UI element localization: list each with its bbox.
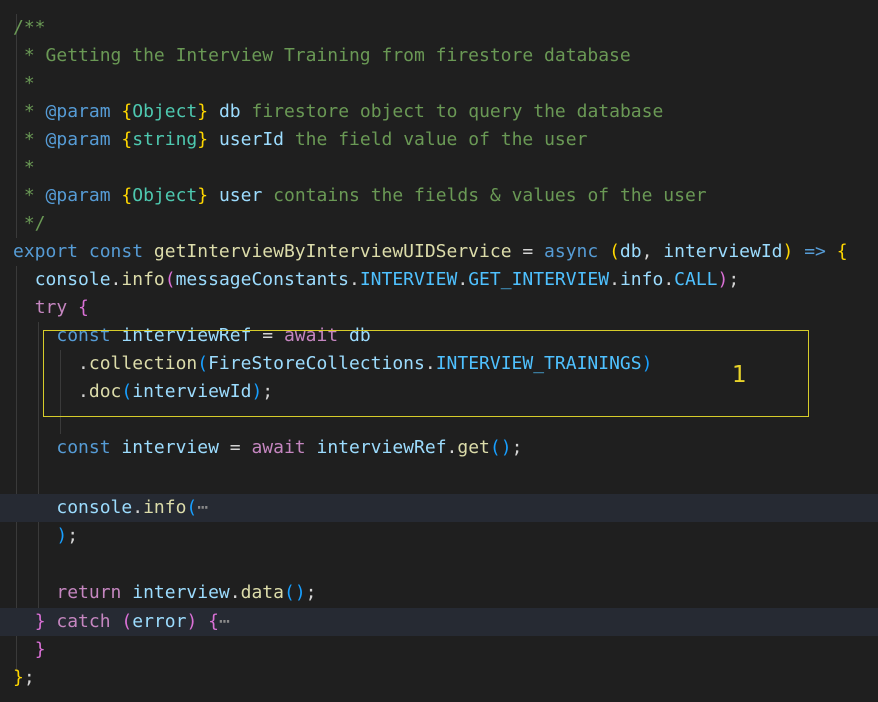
code-line[interactable]: } xyxy=(0,636,878,664)
comment-star: * xyxy=(13,185,35,206)
param-tag: @param xyxy=(45,101,111,122)
export-keyword: export xyxy=(13,241,79,262)
comment-star: * xyxy=(13,157,35,178)
annotation-number: 1 xyxy=(732,362,747,388)
code-line[interactable] xyxy=(0,550,878,578)
catch-keyword: catch xyxy=(56,611,111,632)
code-line[interactable]: * @param {string} userId the field value… xyxy=(0,126,878,154)
get-method: get xyxy=(457,437,490,458)
interview-var: interview xyxy=(132,582,230,603)
code-line[interactable]: try { xyxy=(0,294,878,322)
arg-interview-id: interviewId xyxy=(663,241,783,262)
comment-star: * xyxy=(13,129,35,150)
interview-constant: INTERVIEW xyxy=(359,269,458,290)
code-line[interactable]: * @param {Object} user contains the fiel… xyxy=(0,182,878,210)
param-description: contains the fields & values of the user xyxy=(273,185,707,206)
code-line-folded[interactable]: } catch (error) {⋯ xyxy=(0,608,878,636)
code-line[interactable]: * xyxy=(0,154,878,182)
code-line[interactable]: return interview.data(); xyxy=(0,579,878,607)
return-keyword: return xyxy=(56,582,122,603)
code-line[interactable]: const interview = await interviewRef.get… xyxy=(0,434,878,462)
comment-star: * xyxy=(13,101,35,122)
code-editor[interactable]: /** * Getting the Interview Training fro… xyxy=(0,0,878,702)
param-description: the field value of the user xyxy=(294,129,588,150)
function-name: getInterviewByInterviewUIDService xyxy=(153,241,512,262)
arrow-operator: => xyxy=(804,241,826,262)
code-line[interactable] xyxy=(0,462,878,490)
code-line[interactable]: */ xyxy=(0,210,878,238)
error-var: error xyxy=(132,611,187,632)
info-method: info xyxy=(143,497,187,518)
param-name: userId xyxy=(218,129,284,150)
param-type: Object xyxy=(132,101,198,122)
interview-var: interview xyxy=(121,437,219,458)
param-description: firestore object to query the database xyxy=(251,101,664,122)
comment-summary: Getting the Interview Training from fire… xyxy=(45,45,631,66)
code-line[interactable]: console.info(messageConstants.INTERVIEW.… xyxy=(0,266,878,294)
async-keyword: async xyxy=(544,241,599,262)
const-keyword: const xyxy=(56,437,111,458)
param-name: user xyxy=(218,185,263,206)
info-method: info xyxy=(121,269,165,290)
param-tag: @param xyxy=(45,185,111,206)
param-name: db xyxy=(218,101,241,122)
code-line[interactable]: * @param {Object} db firestore object to… xyxy=(0,98,878,126)
param-type: string xyxy=(132,129,198,150)
code-line[interactable]: ); xyxy=(0,522,878,550)
comment-open: /** xyxy=(13,17,46,38)
param-tag: @param xyxy=(45,129,111,150)
arg-db: db xyxy=(619,241,642,262)
call-constant: CALL xyxy=(674,269,718,290)
console-ref: console xyxy=(34,269,111,290)
code-line[interactable]: * Getting the Interview Training from fi… xyxy=(0,42,878,70)
interview-ref-var: interviewRef xyxy=(316,437,447,458)
info-property: info xyxy=(619,269,664,290)
comment-star: * xyxy=(13,45,35,66)
code-line-folded[interactable]: console.info(⋯ xyxy=(0,494,878,522)
comment-star: * xyxy=(13,73,35,94)
console-ref: console xyxy=(56,497,133,518)
code-line[interactable]: * xyxy=(0,70,878,98)
try-keyword: try xyxy=(34,297,68,318)
data-method: data xyxy=(240,582,284,603)
fold-ellipsis-icon[interactable]: ⋯ xyxy=(219,611,230,632)
code-line[interactable]: /** xyxy=(0,14,878,42)
code-line[interactable]: }; xyxy=(0,664,878,692)
get-interview-constant: GET_INTERVIEW xyxy=(468,269,610,290)
annotation-box xyxy=(43,330,809,417)
message-constants-ref: messageConstants xyxy=(175,269,349,290)
code-line[interactable]: export const getInterviewByInterviewUIDS… xyxy=(0,238,878,266)
const-keyword: const xyxy=(88,241,144,262)
param-type: Object xyxy=(132,185,198,206)
await-keyword: await xyxy=(251,437,306,458)
fold-ellipsis-icon[interactable]: ⋯ xyxy=(197,497,208,518)
comment-close: */ xyxy=(13,213,46,234)
